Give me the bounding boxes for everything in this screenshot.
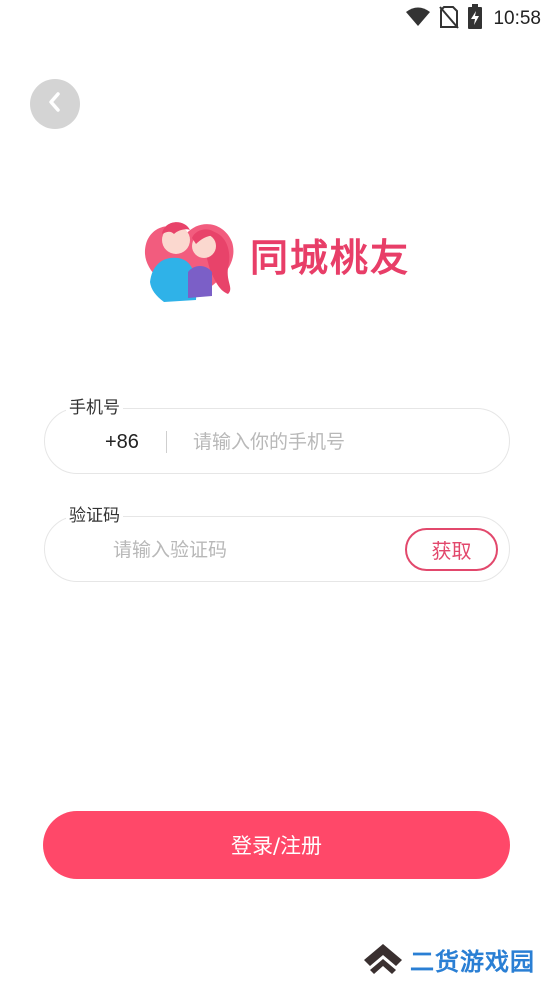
status-icons: 10:58 [405,4,541,34]
no-sim-icon [439,5,460,33]
phone-label: 手机号 [66,398,123,418]
wifi-icon [405,6,431,32]
app-name: 同城桃友 [250,235,411,280]
watermark: 二货游戏园 [360,938,535,980]
watermark-text: 二货游戏园 [410,947,535,976]
chevron-up-logo-icon [360,938,406,980]
get-code-button[interactable]: 获取 [405,528,498,571]
code-input[interactable] [113,535,393,565]
phone-input[interactable] [193,427,493,457]
code-label: 验证码 [66,506,123,526]
login-register-button[interactable]: 登录/注册 [43,811,510,879]
chevron-left-icon [45,91,65,117]
country-code[interactable]: +86 [105,429,139,455]
divider [166,431,167,453]
battery-charging-icon [467,4,483,34]
couple-logo-icon [140,212,240,304]
status-time: 10:58 [493,8,541,29]
back-button[interactable] [30,79,80,129]
app-logo: 同城桃友 [140,212,420,304]
status-bar: 10:58 [0,0,553,38]
